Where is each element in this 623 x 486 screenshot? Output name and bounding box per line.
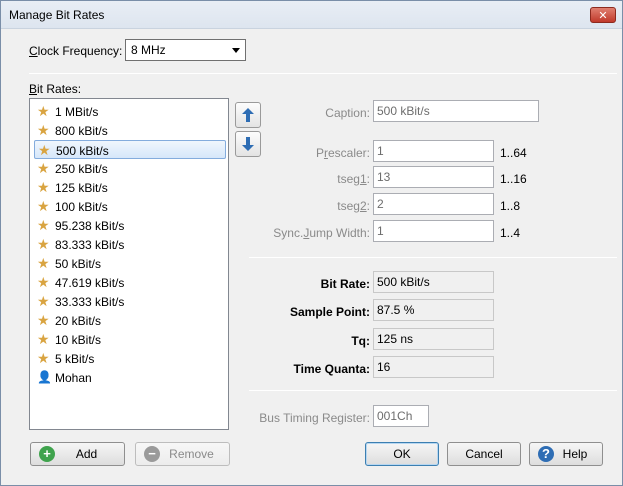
bus-timing-register-label: Bus Timing Register:	[259, 411, 370, 425]
cancel-button-label: Cancel	[465, 447, 503, 461]
star-icon: ★	[37, 122, 50, 138]
tseg1-range: 1..16	[500, 172, 527, 186]
star-icon: ★	[37, 103, 50, 119]
clock-frequency-select[interactable]: 8 MHz	[125, 39, 246, 61]
clock-frequency-label: Clock Frequency:	[29, 44, 123, 58]
list-item[interactable]: ★ 250 kBit/s	[34, 159, 226, 178]
caption-input[interactable]: 500 kBit/s	[373, 100, 539, 122]
add-button[interactable]: + Add	[30, 442, 125, 466]
list-item[interactable]: ★ 100 kBit/s	[34, 197, 226, 216]
list-item-label: Mohan	[55, 371, 92, 385]
close-button[interactable]: ✕	[590, 7, 616, 23]
list-item-label: 95.238 kBit/s	[55, 219, 125, 233]
clock-frequency-value: 8 MHz	[131, 43, 166, 57]
list-item[interactable]: 👤 Mohan	[34, 368, 226, 387]
sync-jump-width-label: Sync.Jump Width:	[273, 226, 370, 240]
sync-jump-width-input[interactable]: 1	[373, 220, 494, 242]
cancel-button[interactable]: Cancel	[447, 442, 521, 466]
list-item[interactable]: ★ 20 kBit/s	[34, 311, 226, 330]
add-icon: +	[39, 446, 55, 462]
separator	[249, 257, 617, 258]
list-item[interactable]: ★ 500 kBit/s	[34, 140, 226, 159]
remove-button-label: Remove	[169, 447, 214, 461]
tq-label: Tq:	[351, 334, 370, 348]
sync-jump-width-range: 1..4	[500, 226, 521, 240]
separator	[249, 390, 617, 391]
title-bar: Manage Bit Rates ✕	[1, 1, 622, 29]
remove-button[interactable]: − Remove	[135, 442, 230, 466]
list-item[interactable]: ★ 1 MBit/s	[34, 102, 226, 121]
prescaler-label: Prescaler:	[315, 146, 370, 160]
list-item[interactable]: ★ 83.333 kBit/s	[34, 235, 226, 254]
user-icon: 👤	[37, 370, 52, 384]
star-icon: ★	[37, 274, 50, 290]
list-item[interactable]: ★ 47.619 kBit/s	[34, 273, 226, 292]
bit-rates-label: Bit Rates:	[29, 82, 82, 96]
star-icon: ★	[37, 331, 50, 347]
bus-timing-register-input[interactable]: 001Ch	[373, 405, 429, 427]
list-item[interactable]: ★ 125 kBit/s	[34, 178, 226, 197]
list-item[interactable]: ★ 50 kBit/s	[34, 254, 226, 273]
tseg2-range: 1..8	[500, 199, 521, 213]
prescaler-input[interactable]: 1	[373, 140, 494, 162]
star-icon: ★	[37, 217, 50, 233]
window-title: Manage Bit Rates	[9, 8, 105, 22]
ok-button[interactable]: OK	[365, 442, 439, 466]
star-icon: ★	[38, 142, 51, 158]
sample-point-value: 87.5 %	[373, 299, 494, 321]
chevron-down-icon	[232, 48, 240, 53]
list-item-label: 250 kBit/s	[55, 162, 108, 176]
prescaler-range: 1..64	[500, 146, 527, 160]
list-item-label: 1 MBit/s	[55, 105, 99, 119]
list-item-label: 47.619 kBit/s	[55, 276, 125, 290]
list-item[interactable]: ★ 5 kBit/s	[34, 349, 226, 368]
remove-icon: −	[144, 446, 160, 462]
separator	[29, 73, 617, 74]
star-icon: ★	[37, 293, 50, 309]
time-quanta-label: Time Quanta:	[293, 362, 370, 376]
list-item-label: 10 kBit/s	[55, 333, 102, 347]
time-quanta-value: 16	[373, 356, 494, 378]
manage-bit-rates-dialog: Manage Bit Rates ✕ Clock Frequency: 8 MH…	[0, 0, 623, 486]
star-icon: ★	[37, 350, 50, 366]
list-item-label: 83.333 kBit/s	[55, 238, 125, 252]
bit-rates-list[interactable]: ★ 1 MBit/s ★ 800 kBit/s ★ 500 kBit/s ★ 250 kBit…	[29, 98, 229, 430]
ok-button-label: OK	[393, 447, 411, 461]
list-item-label: 125 kBit/s	[55, 181, 108, 195]
sample-point-label: Sample Point:	[289, 305, 370, 319]
list-item-label: 20 kBit/s	[55, 314, 102, 328]
star-icon: ★	[37, 179, 50, 195]
star-icon: ★	[37, 198, 50, 214]
tseg1-input[interactable]: 13	[373, 166, 494, 188]
star-icon: ★	[37, 312, 50, 328]
list-item[interactable]: ★ 10 kBit/s	[34, 330, 226, 349]
star-icon: ★	[37, 255, 50, 271]
star-icon: ★	[37, 236, 50, 252]
list-item-label: 100 kBit/s	[55, 200, 108, 214]
bit-rate-label: Bit Rate:	[320, 277, 370, 291]
star-icon: ★	[37, 160, 50, 176]
list-item-label: 33.333 kBit/s	[55, 295, 125, 309]
list-item-label: 50 kBit/s	[55, 257, 102, 271]
list-item-label: 500 kBit/s	[56, 144, 109, 158]
list-item[interactable]: ★ 800 kBit/s	[34, 121, 226, 140]
close-icon: ✕	[598, 9, 608, 22]
tseg2-input[interactable]: 2	[373, 193, 494, 215]
list-item[interactable]: ★ 33.333 kBit/s	[34, 292, 226, 311]
help-button[interactable]: ? Help	[529, 442, 603, 466]
list-item-label: 800 kBit/s	[55, 124, 108, 138]
tseg1-label: tseg1:	[337, 172, 370, 186]
bit-rate-value: 500 kBit/s	[373, 271, 494, 293]
list-item[interactable]: ★ 95.238 kBit/s	[34, 216, 226, 235]
tq-value: 125 ns	[373, 328, 494, 350]
add-button-label: Add	[75, 447, 98, 461]
tseg2-label: tseg2:	[337, 199, 370, 213]
help-icon: ?	[538, 446, 554, 462]
list-item-label: 5 kBit/s	[55, 352, 95, 366]
caption-label: Caption:	[325, 106, 370, 120]
